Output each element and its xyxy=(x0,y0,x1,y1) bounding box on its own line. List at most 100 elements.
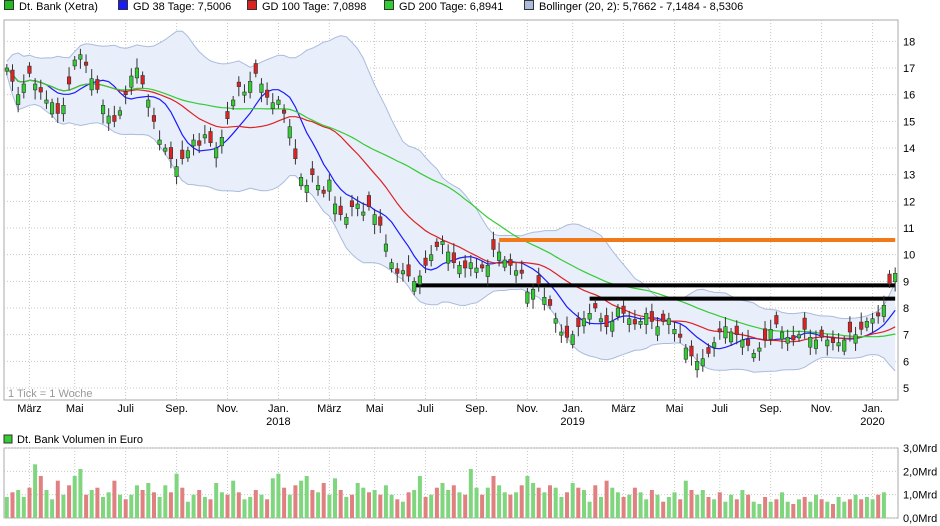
volume-bar xyxy=(67,485,72,518)
volume-bar xyxy=(344,497,349,518)
volume-bar xyxy=(723,501,728,518)
candle-body xyxy=(344,217,349,225)
candle-body xyxy=(785,336,790,344)
volume-bar xyxy=(367,492,371,518)
volume-bar xyxy=(383,485,388,518)
volume-bar xyxy=(338,490,343,518)
candle-body xyxy=(383,243,389,252)
x-tick-label: Jan. xyxy=(562,403,583,415)
volume-bar xyxy=(316,492,321,518)
x-tick-label: Jan. xyxy=(268,403,289,415)
x-tick-label: Mai xyxy=(666,403,684,415)
volume-bar xyxy=(819,499,824,518)
volume-bar xyxy=(514,492,519,518)
volume-bar xyxy=(406,492,411,518)
volume-bar xyxy=(695,494,700,518)
candle-body xyxy=(112,115,117,122)
candle-body xyxy=(281,109,287,114)
candle-body xyxy=(474,267,479,273)
volume-bar xyxy=(644,499,649,518)
candle-body xyxy=(101,105,106,115)
volume-bar xyxy=(191,494,196,518)
candle-body xyxy=(542,296,547,305)
candle-body xyxy=(893,272,898,283)
candle-body xyxy=(44,99,49,104)
candle-body xyxy=(151,115,156,122)
volume-bar xyxy=(299,480,304,518)
candle-body xyxy=(813,339,819,349)
candle-body xyxy=(734,325,739,335)
candle-body xyxy=(655,326,660,336)
candle-body xyxy=(485,264,490,277)
candle-body xyxy=(265,89,270,98)
volume-bar xyxy=(135,485,139,518)
volume-bar xyxy=(378,494,383,518)
candle-body xyxy=(564,325,570,338)
volume-y-tick-label: 2,0Mrd xyxy=(903,466,937,478)
volume-bar xyxy=(712,499,717,518)
candle-body xyxy=(757,347,762,352)
candle-body xyxy=(525,291,530,304)
volume-bar xyxy=(429,494,434,518)
price-y-tick-label: 7 xyxy=(903,330,909,342)
candle-body xyxy=(587,312,592,320)
volume-bar xyxy=(389,494,394,518)
volume-bar xyxy=(259,494,264,518)
candle-body xyxy=(49,102,55,115)
volume-bar xyxy=(27,487,32,518)
volume-title: Dt. Bank Volumen in Euro xyxy=(17,434,143,446)
volume-bar xyxy=(101,497,105,518)
candle-body xyxy=(163,147,168,152)
volume-bar xyxy=(446,490,451,518)
volume-bar xyxy=(4,497,9,518)
volume-bar xyxy=(802,497,807,518)
volume-bar xyxy=(84,494,89,518)
volume-bar xyxy=(423,497,428,518)
candle-body xyxy=(876,312,881,317)
volume-bar xyxy=(310,490,315,518)
candle-body xyxy=(315,185,321,191)
x-tick-label: Juli xyxy=(417,403,434,415)
volume-bar xyxy=(44,490,49,518)
volume-bar xyxy=(231,480,236,518)
candle-body xyxy=(491,239,496,250)
volume-bar xyxy=(497,485,502,518)
candle-body xyxy=(502,259,507,268)
volume-bar xyxy=(859,499,864,518)
volume-bar xyxy=(559,497,564,518)
volume-bar xyxy=(50,499,55,518)
candle-body xyxy=(859,321,864,330)
candle-body xyxy=(881,304,886,317)
tick-note: 1 Tick = 1 Woche xyxy=(8,388,92,400)
candle-body xyxy=(349,200,355,208)
volume-bar xyxy=(531,483,536,518)
volume-y-tick-label: 1,0Mrd xyxy=(903,490,937,502)
x-tick-label: Juli xyxy=(712,403,729,415)
volume-bar xyxy=(276,473,281,518)
candle-body xyxy=(412,280,417,292)
candle-body xyxy=(89,78,94,91)
price-y-tick-label: 9 xyxy=(903,276,909,288)
candle-body xyxy=(225,111,230,119)
volume-bar xyxy=(689,490,694,518)
volume-bar xyxy=(61,494,66,518)
volume-bar xyxy=(672,492,677,518)
volume-bar xyxy=(129,494,134,518)
candle-body xyxy=(140,75,145,85)
candle-body xyxy=(157,139,162,145)
volume-bar xyxy=(163,485,168,518)
volume-bar xyxy=(287,494,292,518)
x-tick-label: März xyxy=(317,403,341,415)
volume-bar xyxy=(21,497,26,518)
volume-bar xyxy=(168,492,173,518)
candle-body xyxy=(400,270,406,275)
candle-body xyxy=(298,177,304,187)
volume-bar xyxy=(474,487,479,518)
candle-body xyxy=(253,63,258,74)
candle-body xyxy=(819,329,824,338)
price-y-tick-label: 18 xyxy=(903,36,915,48)
volume-bar xyxy=(740,490,745,518)
volume-bar xyxy=(174,473,179,518)
volume-bar xyxy=(157,497,162,518)
volume-bar xyxy=(706,497,711,518)
